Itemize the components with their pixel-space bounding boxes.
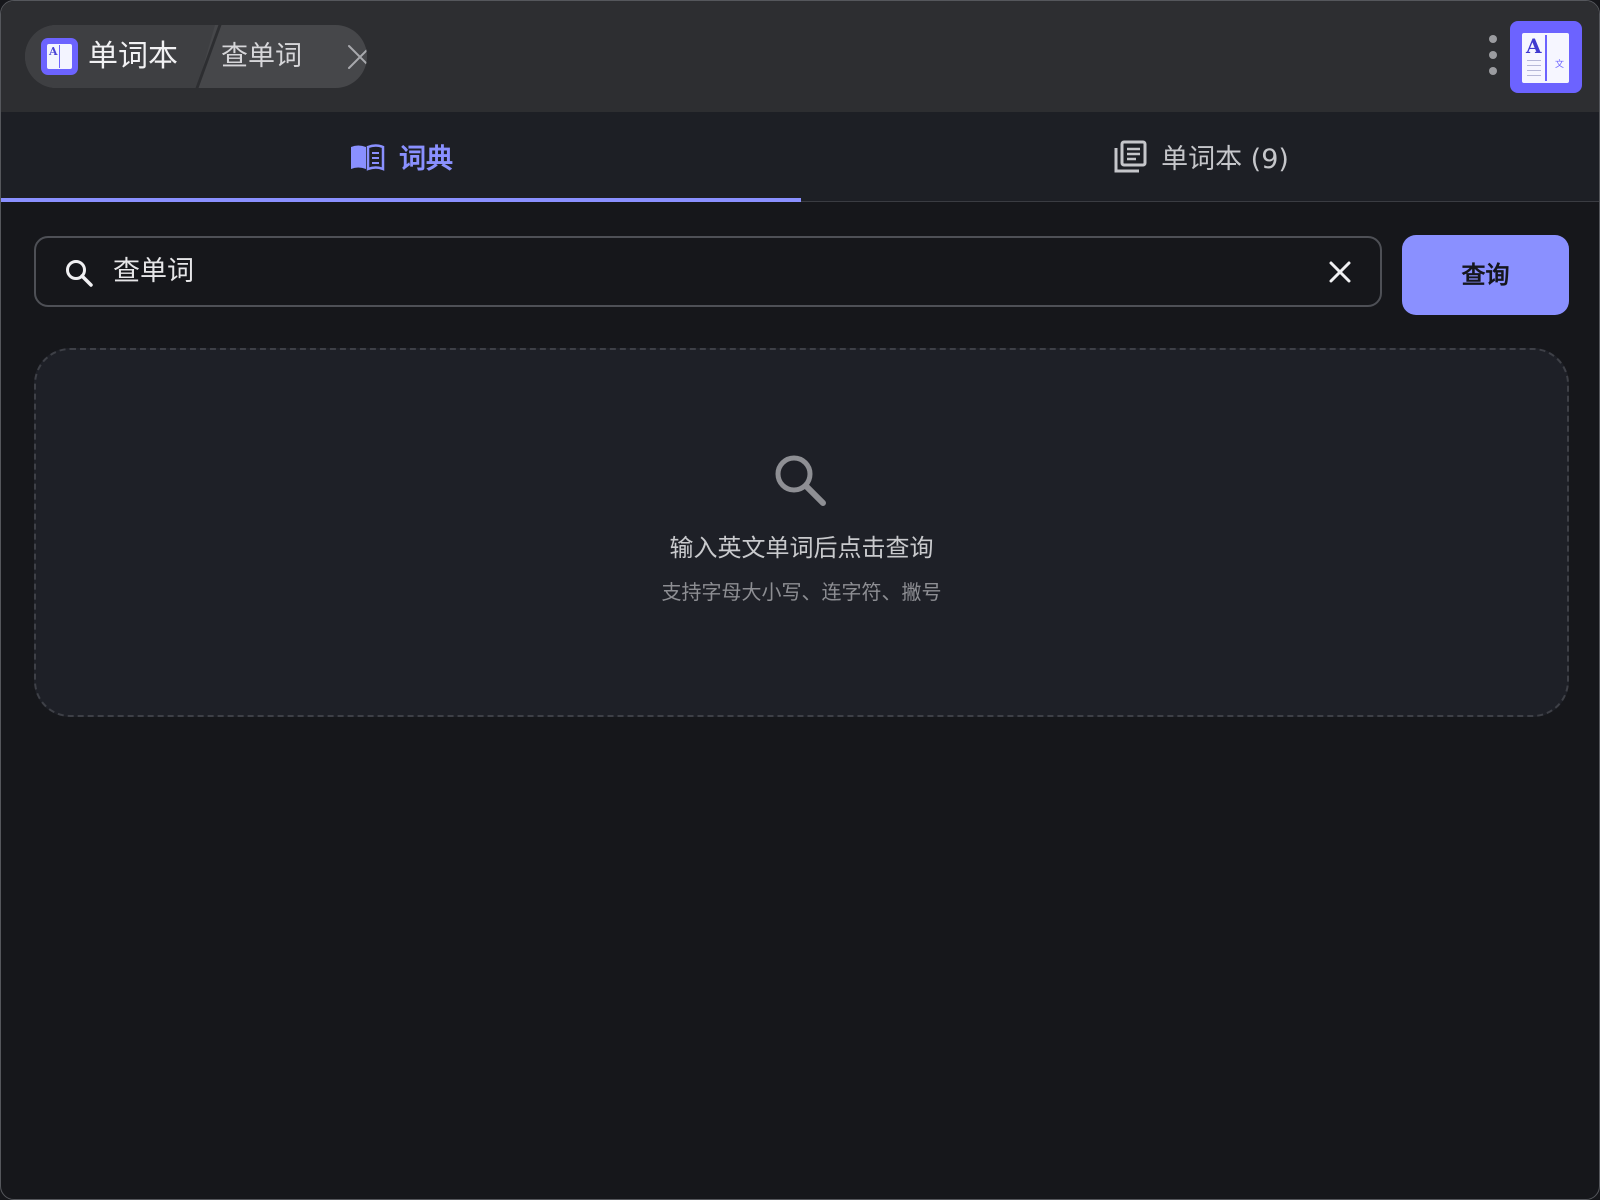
search-input-value[interactable]: 查单词 xyxy=(113,238,194,305)
close-icon[interactable] xyxy=(347,44,367,70)
search-icon xyxy=(66,260,93,287)
tab-dictionary[interactable]: 词典 xyxy=(1,112,801,202)
tab-wordbook[interactable]: 单词本 (9) xyxy=(801,112,1599,201)
empty-state-card: 输入英文单词后点击查询 支持字母大小写、连字符、撇号 xyxy=(34,348,1569,717)
title-bar: A 单词本 查单词 A 文 xyxy=(1,1,1599,112)
tab-dictionary-label: 词典 xyxy=(399,144,453,175)
search-input[interactable]: 查单词 xyxy=(34,236,1382,307)
breadcrumb: A 单词本 查单词 xyxy=(25,25,367,88)
app-window: A 单词本 查单词 A 文 词典 单词本 (9) 查单词 查询 输入英文单词后点… xyxy=(0,0,1600,1200)
tab-wordbook-label: 单词本 (9) xyxy=(1161,144,1289,175)
breadcrumb-current-page: 查单词 xyxy=(221,41,302,72)
breadcrumb-home[interactable]: A 单词本 xyxy=(25,25,215,88)
search-icon xyxy=(775,455,826,506)
dictionary-app-icon: A xyxy=(41,38,78,75)
active-tab-indicator xyxy=(1,198,801,202)
open-book-icon xyxy=(351,143,385,171)
query-button[interactable]: 查询 xyxy=(1402,235,1569,315)
clear-icon[interactable] xyxy=(1326,258,1354,286)
empty-state-title: 输入英文单词后点击查询 xyxy=(669,534,934,562)
dictionary-app-icon[interactable]: A 文 xyxy=(1510,21,1582,93)
empty-state-subtitle: 支持字母大小写、连字符、撇号 xyxy=(661,580,942,604)
tab-bar: 词典 单词本 (9) xyxy=(1,112,1599,202)
more-vertical-icon[interactable] xyxy=(1485,35,1501,79)
library-icon xyxy=(1114,140,1147,172)
breadcrumb-app-name: 单词本 xyxy=(88,39,178,74)
